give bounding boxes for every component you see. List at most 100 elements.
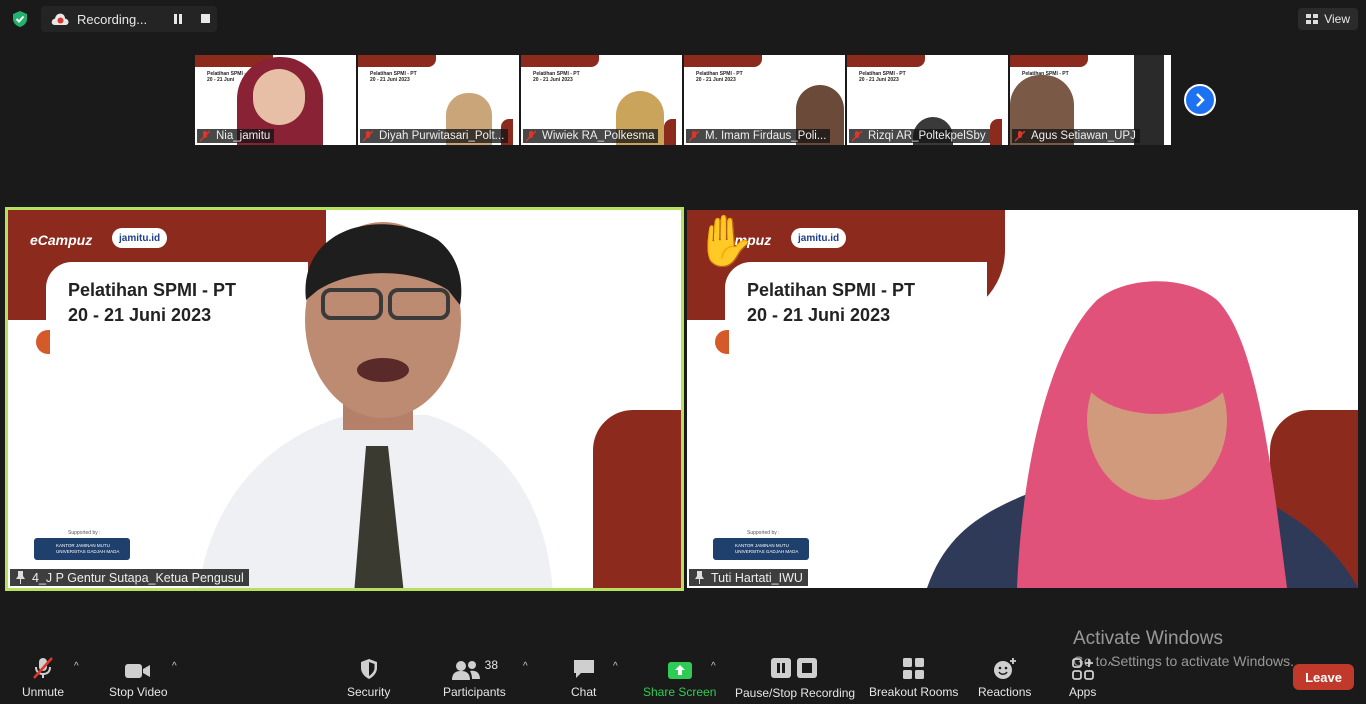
thumbnail-label: Rizqi AR_PoltekpelSby: [849, 129, 990, 143]
next-page-button[interactable]: [1184, 84, 1216, 116]
stop-recording-icon[interactable]: [201, 14, 210, 23]
breakout-rooms-button[interactable]: Breakout Rooms: [869, 654, 958, 700]
active-speaker-tile[interactable]: eCampuz jamitu.id Pelatihan SPMI - PT 20…: [5, 207, 684, 591]
muted-mic-icon: [1015, 130, 1025, 142]
recording-indicator: Recording...: [41, 6, 217, 32]
participant-name: Diyah Purwitasari_Polt...: [379, 130, 505, 142]
chat-bubble-icon: [573, 660, 594, 678]
slide-band: [684, 55, 762, 67]
slide-title-line2: 20 - 21 Juni 2023: [747, 305, 891, 325]
slide-shape: [664, 119, 676, 145]
participant-name: Rizqi AR_PoltekpelSby: [868, 130, 986, 142]
share-options-caret-icon[interactable]: ^: [711, 661, 716, 672]
reactions-smiley-icon: [993, 658, 1016, 679]
pin-icon: [16, 571, 25, 584]
breakout-rooms-icon: [902, 658, 924, 679]
participant-name: Tuti Hartati_IWU: [711, 570, 803, 585]
audio-options-caret-icon[interactable]: ^: [74, 661, 79, 672]
security-shield-icon[interactable]: [11, 10, 29, 28]
share-screen-icon: [667, 662, 692, 679]
video-options-caret-icon[interactable]: ^: [172, 661, 177, 672]
participant-thumbnail[interactable]: Pelatihan SPMI - PT 20 - 21 Juni 2023 Di…: [358, 55, 519, 145]
slide-title: Pelatihan SPMI - PT 20 - 21 Juni 2023: [370, 71, 417, 83]
participant-video: [927, 281, 1358, 588]
slide-shape: [990, 119, 1002, 145]
thumbnail-label: Diyah Purwitasari_Polt...: [360, 129, 509, 143]
chat-button[interactable]: Chat: [571, 654, 596, 700]
leave-button[interactable]: Leave: [1293, 664, 1354, 690]
video-camera-icon: [125, 664, 151, 678]
participant-thumbnail[interactable]: Pelatihan SPMI - PT 20 - 21 Juni 2023 Wi…: [521, 55, 682, 145]
slide-title: Pelatihan SPMI - PT 20 - 21 Juni 2023: [533, 71, 580, 83]
pin-icon: [695, 571, 704, 584]
participant-name-label: 4_J P Gentur Sutapa_Ketua Pengusul: [10, 569, 249, 586]
slide-title: Pelatihan SPMI - PT 20 - 21 Juni 2023: [696, 71, 743, 83]
participants-button[interactable]: 38 Participants: [443, 654, 506, 700]
pause-recording-icon[interactable]: [173, 14, 183, 24]
apps-icon: [1071, 658, 1094, 680]
participant-name: 4_J P Gentur Sutapa_Ketua Pengusul: [32, 570, 244, 585]
sponsor-logo: KANTOR JAMINAN MUTU UNIVERSITAS GADJAH M…: [713, 538, 809, 560]
apps-options-caret-icon[interactable]: ^: [1108, 661, 1113, 672]
participant-name-label: Tuti Hartati_IWU: [689, 569, 808, 586]
view-button[interactable]: View: [1298, 8, 1358, 30]
breakout-rooms-label: Breakout Rooms: [869, 685, 959, 699]
muted-mic-icon: [689, 130, 699, 142]
raised-hand-icon: ✋: [694, 213, 757, 269]
stop-video-label: Stop Video: [109, 685, 168, 699]
sponsor-logo: KANTOR JAMINAN MUTU UNIVERSITAS GADJAH M…: [34, 538, 130, 560]
share-screen-button[interactable]: Share Screen: [643, 654, 716, 700]
cloud-recording-icon: [51, 13, 69, 25]
recording-label: Recording...: [77, 11, 148, 27]
participants-label: Participants: [443, 685, 506, 699]
chat-label: Chat: [571, 685, 597, 699]
share-screen-label: Share Screen: [643, 685, 717, 699]
slide-band: [521, 55, 599, 67]
pause-stop-recording-label: Pause/Stop Recording: [735, 686, 856, 700]
slide-band: [1010, 55, 1088, 67]
participants-icon: [451, 661, 480, 680]
thumbnail-label: Wiwiek RA_Polkesma: [523, 129, 659, 143]
slide-shape: [593, 410, 681, 588]
muted-mic-icon: [363, 130, 373, 142]
pause-stop-recording-button[interactable]: Pause/Stop Recording: [735, 654, 855, 700]
chat-options-caret-icon[interactable]: ^: [613, 661, 618, 672]
slide-title-line1: Pelatihan SPMI - PT: [747, 280, 916, 300]
thumbnail-label: Agus Setiawan_UPJ: [1012, 129, 1140, 143]
participant-video: [198, 222, 553, 588]
stop-video-button[interactable]: Stop Video: [109, 654, 168, 700]
participant-name: Wiwiek RA_Polkesma: [542, 130, 655, 142]
activate-windows-subtitle: Go to Settings to activate Windows.: [1073, 653, 1294, 669]
participant-thumbnail[interactable]: Pelatihan SPMI - PT 20 - 21 Juni Nia_jam…: [195, 55, 356, 145]
view-label: View: [1324, 12, 1350, 26]
muted-mic-icon: [526, 130, 536, 142]
participant-thumbnail[interactable]: Pelatihan SPMI - PT Agus Setiawan_UPJ: [1010, 55, 1171, 145]
reactions-button[interactable]: Reactions: [978, 654, 1031, 700]
ecampuz-logo: eCampuz: [30, 232, 93, 248]
participant-tile[interactable]: eCampuz jamitu.id Pelatihan SPMI - PT 20…: [687, 210, 1358, 588]
activate-windows-title: Activate Windows: [1073, 628, 1223, 649]
slide-accent: [715, 330, 729, 354]
unmute-button[interactable]: Unmute: [22, 654, 64, 700]
participant-name: Nia_jamitu: [216, 130, 271, 142]
participant-thumbnail[interactable]: Pelatihan SPMI - PT 20 - 21 Juni 2023 Ri…: [847, 55, 1008, 145]
participants-count: 38: [484, 658, 499, 672]
chevron-right-icon: [1196, 93, 1205, 107]
slide-band: [847, 55, 925, 67]
pause-stop-recording-icon: [771, 658, 818, 678]
zoom-meeting-window: Recording... View Pelatihan SPMI - PT 20…: [0, 0, 1366, 704]
participant-thumbnail[interactable]: Pelatihan SPMI - PT 20 - 21 Juni 2023 M.…: [684, 55, 845, 145]
muted-mic-icon: [200, 130, 210, 142]
slide-title: Pelatihan SPMI - PT 20 - 21 Juni 2023: [859, 71, 906, 83]
apps-button[interactable]: Apps: [1069, 654, 1096, 700]
participants-options-caret-icon[interactable]: ^: [523, 661, 528, 672]
supported-by-label: Supported by :: [747, 530, 780, 536]
jamitu-logo: jamitu.id: [791, 228, 847, 248]
security-label: Security: [347, 685, 391, 699]
slide-accent: [36, 330, 50, 354]
security-button[interactable]: Security: [347, 654, 390, 700]
jamitu-logo: jamitu.id: [112, 228, 168, 248]
reactions-label: Reactions: [978, 685, 1032, 699]
participant-face: [253, 69, 305, 125]
apps-label: Apps: [1069, 685, 1097, 699]
